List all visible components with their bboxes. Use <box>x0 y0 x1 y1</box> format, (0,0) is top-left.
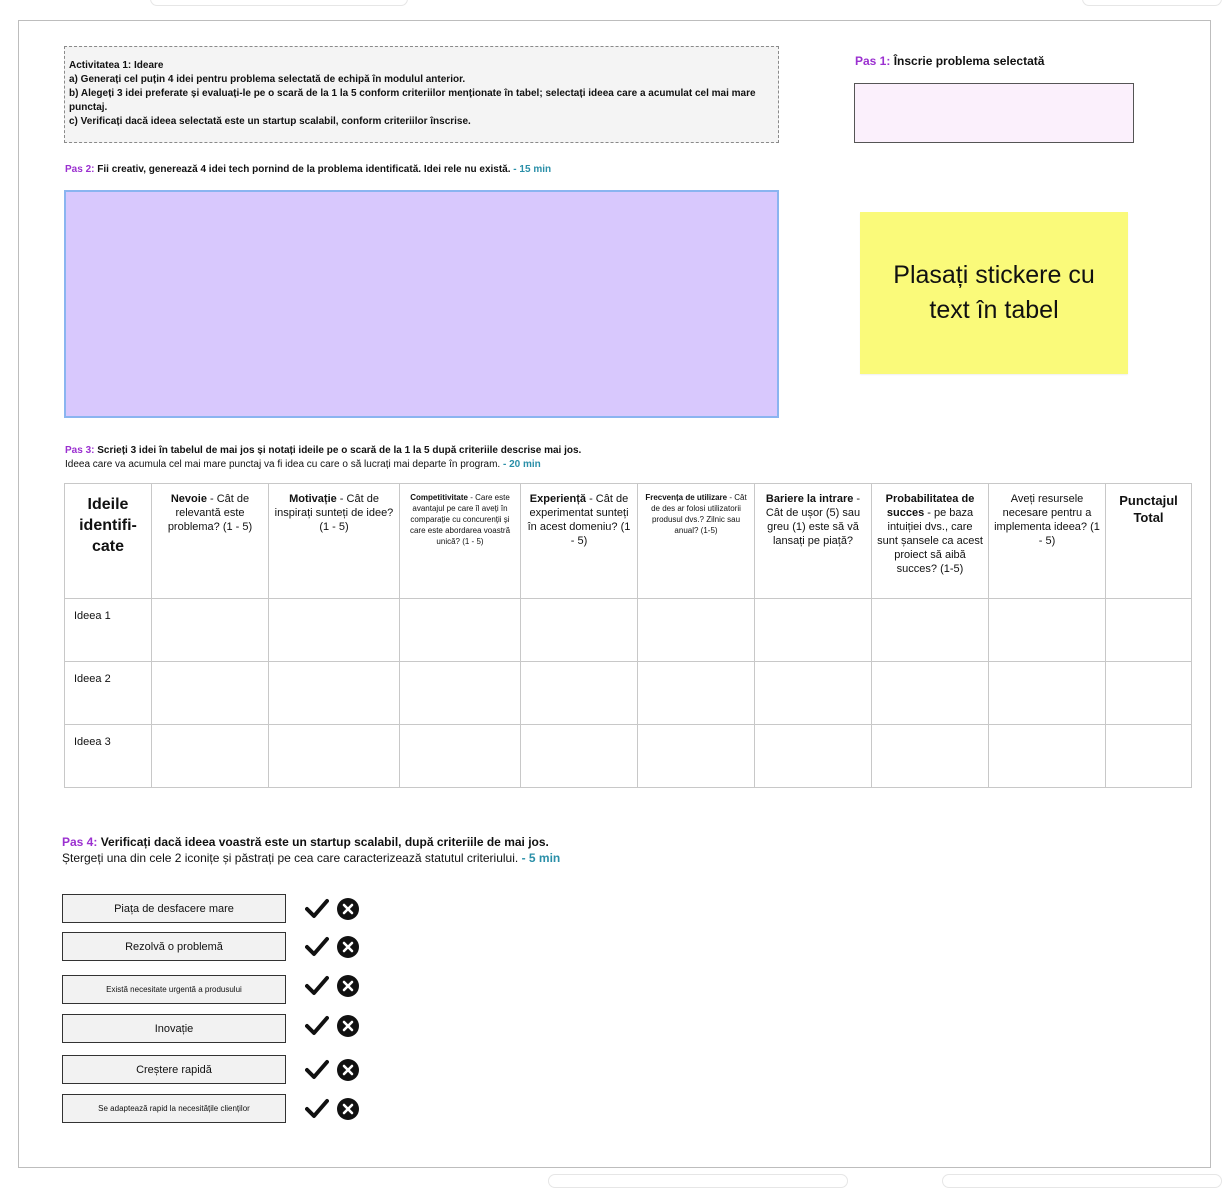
table-cell[interactable] <box>152 662 269 725</box>
pas4-heading: Pas 4: Verificați dacă ideea voastră est… <box>62 834 560 866</box>
criterion-piata[interactable]: Piața de desfacere mare <box>62 894 286 923</box>
table-cell[interactable] <box>989 725 1106 788</box>
table-cell[interactable] <box>152 725 269 788</box>
table-cell[interactable] <box>152 599 269 662</box>
criterion-adaptare[interactable]: Se adaptează rapid la necesitățile clien… <box>62 1094 286 1123</box>
table-cell[interactable] <box>638 725 755 788</box>
sticky-note-text: Plasați stickere cu text în tabel <box>874 258 1114 328</box>
table-cell[interactable] <box>1106 599 1192 662</box>
table-row: Ideea 1 <box>65 599 1192 662</box>
table-cell[interactable] <box>989 599 1106 662</box>
close-circle-icon[interactable] <box>337 975 359 997</box>
table-header-row: Ideile identifi-cate Nevoie - Cât de rel… <box>65 484 1192 599</box>
checkmark-icon[interactable] <box>305 936 329 958</box>
table-cell[interactable] <box>269 662 400 725</box>
header-motivatie: Motivație - Cât de inspirați sunteți de … <box>269 484 400 599</box>
table-cell[interactable] <box>521 662 638 725</box>
criterion-rezolva[interactable]: Rezolvă o problemă <box>62 932 286 961</box>
table-cell[interactable] <box>872 662 989 725</box>
pas3-line1: Scrieți 3 idei în tabelul de mai jos și … <box>94 445 581 456</box>
table-cell[interactable] <box>269 725 400 788</box>
activity-title: Activitatea 1: Ideare <box>69 59 774 73</box>
close-circle-icon[interactable] <box>337 1059 359 1081</box>
pas2-heading: Pas 2: Fii creativ, generează 4 idei tec… <box>65 164 551 175</box>
table-cell[interactable] <box>872 725 989 788</box>
close-circle-icon[interactable] <box>337 1098 359 1120</box>
checkmark-icon[interactable] <box>305 1015 329 1037</box>
top-tab-left <box>150 0 408 6</box>
criterion-icons-row <box>305 936 359 958</box>
close-circle-icon[interactable] <box>337 1015 359 1037</box>
table-cell[interactable] <box>521 725 638 788</box>
table-cell[interactable] <box>400 662 521 725</box>
activity-instructions: Activitatea 1: Ideare a) Generați cel pu… <box>64 46 779 143</box>
table-cell[interactable] <box>989 662 1106 725</box>
table-cell[interactable] <box>1106 725 1192 788</box>
row-label: Ideea 1 <box>65 599 152 662</box>
pas3-heading: Pas 3: Scrieți 3 idei în tabelul de mai … <box>65 444 581 472</box>
table-cell[interactable] <box>755 599 872 662</box>
header-nevoie: Nevoie - Cât de relevantă este problema?… <box>152 484 269 599</box>
top-tab-right <box>1082 0 1222 6</box>
checkmark-icon[interactable] <box>305 898 329 920</box>
header-competitivitate: Competitivitate - Care este avantajul pe… <box>400 484 521 599</box>
table-cell[interactable] <box>269 599 400 662</box>
criterion-icons-row <box>305 1015 359 1037</box>
row-label: Ideea 3 <box>65 725 152 788</box>
bottom-tab-left <box>548 1174 848 1188</box>
close-circle-icon[interactable] <box>337 898 359 920</box>
table-row: Ideea 3 <box>65 725 1192 788</box>
pas3-line2: Ideea care va acumula cel mai mare punct… <box>65 459 500 470</box>
criterion-inovatie[interactable]: Inovație <box>62 1014 286 1043</box>
activity-line-c: c) Verificați dacă ideea selectată este … <box>69 115 774 129</box>
activity-line-a: a) Generați cel puțin 4 idei pentru prob… <box>69 73 774 87</box>
table-cell[interactable] <box>638 662 755 725</box>
pas3-time: - 20 min <box>500 459 541 470</box>
criterion-icons-row <box>305 898 359 920</box>
table-cell[interactable] <box>1106 662 1192 725</box>
pas4-line1: Verificați dacă ideea voastră este un st… <box>97 835 549 849</box>
criterion-crestere[interactable]: Creștere rapidă <box>62 1055 286 1084</box>
activity-line-b: b) Alegeți 3 idei preferate și evaluați-… <box>69 87 774 115</box>
bottom-tab-right <box>942 1174 1222 1188</box>
ideas-brainstorm-area[interactable] <box>64 190 779 418</box>
pas2-text: Fii creativ, generează 4 idei tech porni… <box>94 164 510 175</box>
table-cell[interactable] <box>400 725 521 788</box>
pas2-time: - 15 min <box>511 164 552 175</box>
header-frecventa: Frecvența de utilizare - Cât de des ar f… <box>638 484 755 599</box>
table-row: Ideea 2 <box>65 662 1192 725</box>
header-resurse: Aveți resursele necesare pentru a implem… <box>989 484 1106 599</box>
problem-input-box[interactable] <box>854 83 1134 143</box>
criterion-icons-row <box>305 975 359 997</box>
criterion-icons-row <box>305 1098 359 1120</box>
pas4-time: - 5 min <box>518 851 560 865</box>
header-punctaj: Punctajul Total <box>1106 484 1192 599</box>
table-cell[interactable] <box>521 599 638 662</box>
close-circle-icon[interactable] <box>337 936 359 958</box>
pas4-label: Pas 4: <box>62 835 97 849</box>
table-cell[interactable] <box>755 662 872 725</box>
table-cell[interactable] <box>755 725 872 788</box>
pas2-label: Pas 2: <box>65 164 94 175</box>
table-cell[interactable] <box>638 599 755 662</box>
row-label: Ideea 2 <box>65 662 152 725</box>
pas1-heading: Pas 1: Înscrie problema selectată <box>855 54 1044 68</box>
checkmark-icon[interactable] <box>305 1059 329 1081</box>
sticky-note[interactable]: Plasați stickere cu text în tabel <box>860 212 1128 374</box>
header-bariere: Bariere la intrare - Cât de ușor (5) sau… <box>755 484 872 599</box>
criterion-necesitate[interactable]: Există necesitate urgentă a produsului <box>62 975 286 1004</box>
checkmark-icon[interactable] <box>305 1098 329 1120</box>
pas4-line2: Ștergeți una din cele 2 iconițe și păstr… <box>62 851 518 865</box>
table-cell[interactable] <box>400 599 521 662</box>
ideas-evaluation-table: Ideile identifi-cate Nevoie - Cât de rel… <box>64 483 1192 788</box>
pas1-text: Înscrie problema selectată <box>890 54 1044 68</box>
table-cell[interactable] <box>872 599 989 662</box>
checkmark-icon[interactable] <box>305 975 329 997</box>
header-ideas: Ideile identifi-cate <box>65 484 152 599</box>
pas3-label: Pas 3: <box>65 445 94 456</box>
header-probabilitate: Probabilitatea de succes - pe baza intui… <box>872 484 989 599</box>
header-experienta: Experiență - Cât de experimentat sunteți… <box>521 484 638 599</box>
criterion-icons-row <box>305 1059 359 1081</box>
pas1-label: Pas 1: <box>855 54 890 68</box>
